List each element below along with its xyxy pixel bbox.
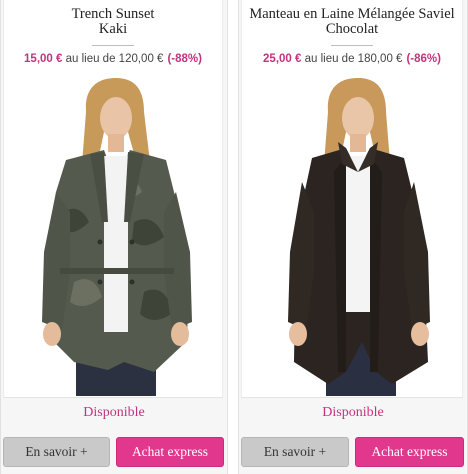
discount-badge: (-86%) — [406, 53, 441, 65]
learn-more-button[interactable]: En savoir + — [241, 437, 349, 467]
title-divider — [331, 45, 373, 46]
current-price: 15,00 € — [24, 53, 63, 65]
discount-badge: (-88%) — [167, 53, 202, 65]
product-image[interactable] — [4, 72, 222, 396]
product-title-line-1[interactable]: Trench Sunset — [4, 7, 222, 22]
current-price: 25,00 € — [263, 53, 302, 65]
product-card-body: Trench Sunset Kaki 15,00 € au lieu de 12… — [3, 0, 223, 398]
original-price: au lieu de 180,00 € — [301, 53, 403, 65]
product-card-body: Manteau en Laine Mélangée Saviel Chocola… — [241, 0, 463, 398]
product-title-line-2[interactable]: Chocolat — [242, 22, 462, 37]
product-card: Trench Sunset Kaki 15,00 € au lieu de 12… — [0, 0, 228, 474]
product-title[interactable]: Trench Sunset Kaki — [4, 7, 222, 37]
product-card: Manteau en Laine Mélangée Saviel Chocola… — [238, 0, 468, 474]
express-buy-button[interactable]: Achat express — [116, 437, 224, 467]
product-photo-svg — [42, 78, 192, 396]
original-price: au lieu de 120,00 € — [62, 53, 164, 65]
learn-more-button[interactable]: En savoir + — [3, 437, 110, 467]
availability-status: Disponible — [83, 405, 145, 420]
price-line: 25,00 € au lieu de 180,00 € (-86%) — [242, 52, 462, 66]
product-title[interactable]: Manteau en Laine Mélangée Saviel Chocola… — [242, 7, 462, 37]
express-buy-button[interactable]: Achat express — [355, 437, 464, 467]
price-line: 15,00 € au lieu de 120,00 € (-88%) — [4, 52, 222, 66]
product-title-line-2[interactable]: Kaki — [4, 22, 222, 37]
product-photo-svg — [288, 78, 430, 396]
title-divider — [92, 45, 134, 46]
product-image[interactable] — [242, 72, 462, 396]
availability-status: Disponible — [322, 405, 384, 420]
product-title-line-1[interactable]: Manteau en Laine Mélangée Saviel — [242, 7, 462, 22]
